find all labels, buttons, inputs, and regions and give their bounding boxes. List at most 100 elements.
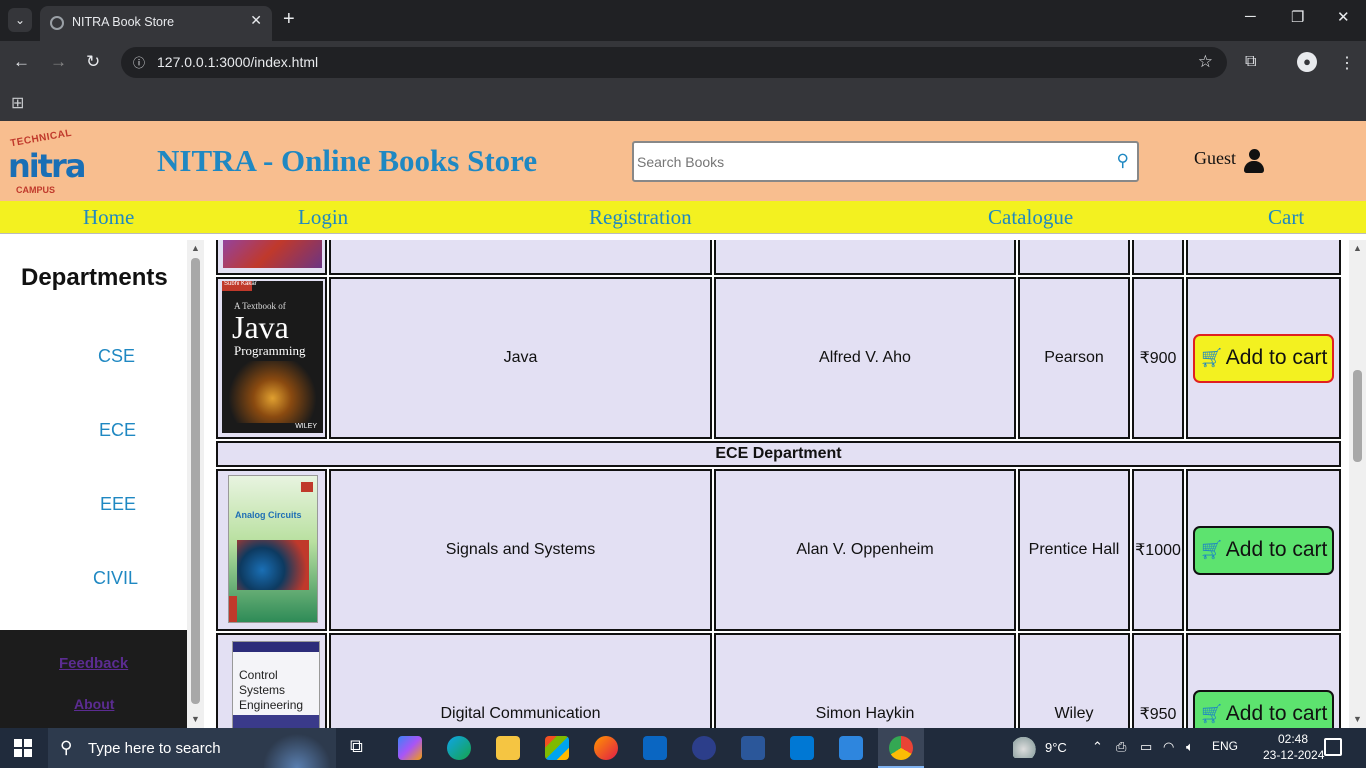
scroll-up-icon[interactable]: ▲: [1353, 243, 1362, 253]
restore-icon[interactable]: ❐: [1291, 8, 1304, 26]
about-link[interactable]: About: [74, 696, 114, 712]
cover-title-text: Java: [232, 309, 289, 345]
nav-catalogue[interactable]: Catalogue: [988, 205, 1073, 230]
profile-icon[interactable]: ●: [1297, 52, 1317, 72]
file-explorer-icon[interactable]: [496, 736, 520, 760]
cover-title-text: Control: [239, 668, 278, 682]
book-author-cell: Alfred V. Aho: [714, 277, 1016, 439]
book-cover-image[interactable]: Control Systems Engineering: [232, 641, 320, 728]
language-indicator[interactable]: ENG: [1212, 739, 1238, 753]
page-scroll-thumb[interactable]: [1353, 370, 1362, 462]
add-to-cart-label: Add to cart: [1225, 538, 1328, 561]
notifications-icon[interactable]: [1324, 738, 1342, 756]
scroll-up-icon[interactable]: ▲: [191, 243, 200, 253]
bookmark-star-icon[interactable]: ☆: [1198, 52, 1213, 72]
new-tab-icon[interactable]: +: [283, 8, 295, 31]
meet-now-icon[interactable]: ⎙: [1116, 739, 1126, 755]
copilot-icon[interactable]: [398, 736, 422, 760]
table-row: Analog Circuits: [216, 469, 327, 631]
nitra-logo[interactable]: TECHNICAL nitra CAMPUS: [4, 127, 86, 195]
sidebar-scrollbar[interactable]: ▲ ▼: [187, 240, 204, 728]
nav-cart[interactable]: Cart: [1268, 205, 1304, 230]
wifi-icon[interactable]: ◠: [1163, 739, 1174, 755]
page-scrollbar[interactable]: ▲ ▼: [1349, 240, 1366, 728]
add-to-cart-label: Add to cart: [1225, 346, 1328, 369]
apps-grid-icon[interactable]: ⊞: [11, 93, 24, 113]
tab-search-chevron-icon[interactable]: ⌄: [8, 8, 32, 32]
cover-publisher-text: WILEY: [295, 423, 317, 430]
windows-start-icon[interactable]: [14, 739, 32, 757]
store-icon[interactable]: [545, 736, 569, 760]
firefox-icon[interactable]: [594, 736, 618, 760]
add-to-cart-label: Add to cart: [1225, 702, 1328, 725]
clock-time[interactable]: 02:48: [1278, 732, 1308, 746]
search-input[interactable]: [637, 151, 1097, 173]
temperature[interactable]: 9°C: [1045, 740, 1067, 755]
book-cover-image[interactable]: Subhi Kakar A Textbook of Java Programmi…: [222, 281, 323, 433]
cover-title2-text: Programming: [234, 343, 306, 358]
photos-icon[interactable]: [839, 736, 863, 760]
book-title-cell: Signals and Systems: [329, 469, 712, 631]
weather-icon[interactable]: [1013, 736, 1039, 758]
add-to-cart-button[interactable]: 🛒︎ Add to cart: [1193, 525, 1334, 575]
user-icon[interactable]: [1243, 149, 1265, 173]
table-cell: [1018, 240, 1130, 275]
table-cell: [714, 240, 1016, 275]
word-icon[interactable]: [741, 736, 765, 760]
nav-login[interactable]: Login: [298, 205, 348, 230]
dept-link-civil[interactable]: CIVIL: [93, 568, 138, 589]
task-view-icon[interactable]: ⧉: [350, 736, 363, 760]
browser-tab-bar: ⌄ NITRA Book Store ✕ + ─ ❐ ✕: [0, 0, 1366, 41]
vscode-icon[interactable]: [790, 736, 814, 760]
book-cover-image[interactable]: Analog Circuits: [228, 475, 318, 623]
chevron-up-icon[interactable]: ⌃: [1092, 739, 1103, 755]
search-icon[interactable]: ⚲: [1117, 151, 1129, 171]
bookmarks-bar: ⊞: [0, 84, 1366, 121]
catalogue-table: Subhi Kakar A Textbook of Java Programmi…: [204, 240, 1349, 728]
table-cell: [1186, 240, 1341, 275]
chrome-taskbar-button[interactable]: [878, 728, 924, 768]
reload-icon[interactable]: ↻: [86, 52, 100, 72]
departments-sidebar: Departments CSE ECE EEE CIVIL: [0, 240, 187, 630]
browser-toolbar: ← → ↻ ⓘ 127.0.0.1:3000/index.html ☆ ⧉ ● …: [0, 41, 1366, 84]
menu-dots-icon[interactable]: ⋮: [1339, 53, 1355, 73]
table-cell: [329, 240, 712, 275]
add-to-cart-button[interactable]: 🛒︎ Add to cart: [1193, 333, 1334, 383]
volume-icon[interactable]: 🔈︎: [1186, 739, 1194, 755]
nav-registration[interactable]: Registration: [589, 205, 692, 230]
url-text[interactable]: 127.0.0.1:3000/index.html: [157, 54, 318, 70]
clock-date[interactable]: 23-12-2024: [1263, 748, 1324, 762]
book-publisher-cell: Pearson: [1018, 277, 1130, 439]
site-info-icon[interactable]: ⓘ: [133, 54, 145, 71]
windows-taskbar: ⚲ Type here to search ⧉ 9°C ⌃ ⎙ ▭ ◠ 🔈︎ E…: [0, 728, 1366, 768]
nav-home[interactable]: Home: [83, 205, 134, 230]
tab-close-icon[interactable]: ✕: [250, 12, 262, 29]
cover-title3-text: Engineering: [239, 698, 304, 712]
taskbar-search-placeholder: Type here to search: [88, 740, 221, 757]
close-window-icon[interactable]: ✕: [1337, 8, 1350, 26]
dept-link-eee[interactable]: EEE: [100, 494, 136, 515]
departments-heading: Departments: [21, 264, 168, 291]
browser-tab[interactable]: NITRA Book Store ✕: [40, 6, 272, 41]
dept-link-cse[interactable]: CSE: [98, 346, 135, 367]
scroll-down-icon[interactable]: ▼: [191, 714, 200, 724]
book-author-cell: Alan V. Oppenheim: [714, 469, 1016, 631]
scroll-down-icon[interactable]: ▼: [1353, 714, 1362, 724]
edge-icon[interactable]: [447, 736, 471, 760]
extensions-icon[interactable]: ⧉: [1245, 53, 1256, 71]
sidebar-scroll-thumb[interactable]: [191, 258, 200, 704]
table-cell: [1132, 240, 1184, 275]
feedback-link[interactable]: Feedback: [59, 655, 128, 672]
address-bar[interactable]: ⓘ 127.0.0.1:3000/index.html ☆: [121, 47, 1227, 78]
dept-link-ece[interactable]: ECE: [99, 420, 136, 441]
battery-icon[interactable]: ▭: [1140, 739, 1152, 755]
user-label[interactable]: Guest: [1194, 148, 1236, 169]
forward-icon[interactable]: →: [50, 52, 67, 72]
outlook-icon[interactable]: [643, 736, 667, 760]
add-to-cart-button[interactable]: 🛒︎ Add to cart: [1193, 689, 1334, 728]
book-price-cell: ₹1000: [1132, 469, 1184, 631]
eclipse-icon[interactable]: [692, 736, 716, 760]
minimize-icon[interactable]: ─: [1245, 8, 1256, 25]
taskbar-search[interactable]: ⚲ Type here to search: [48, 728, 336, 768]
back-icon[interactable]: ←: [13, 52, 30, 72]
